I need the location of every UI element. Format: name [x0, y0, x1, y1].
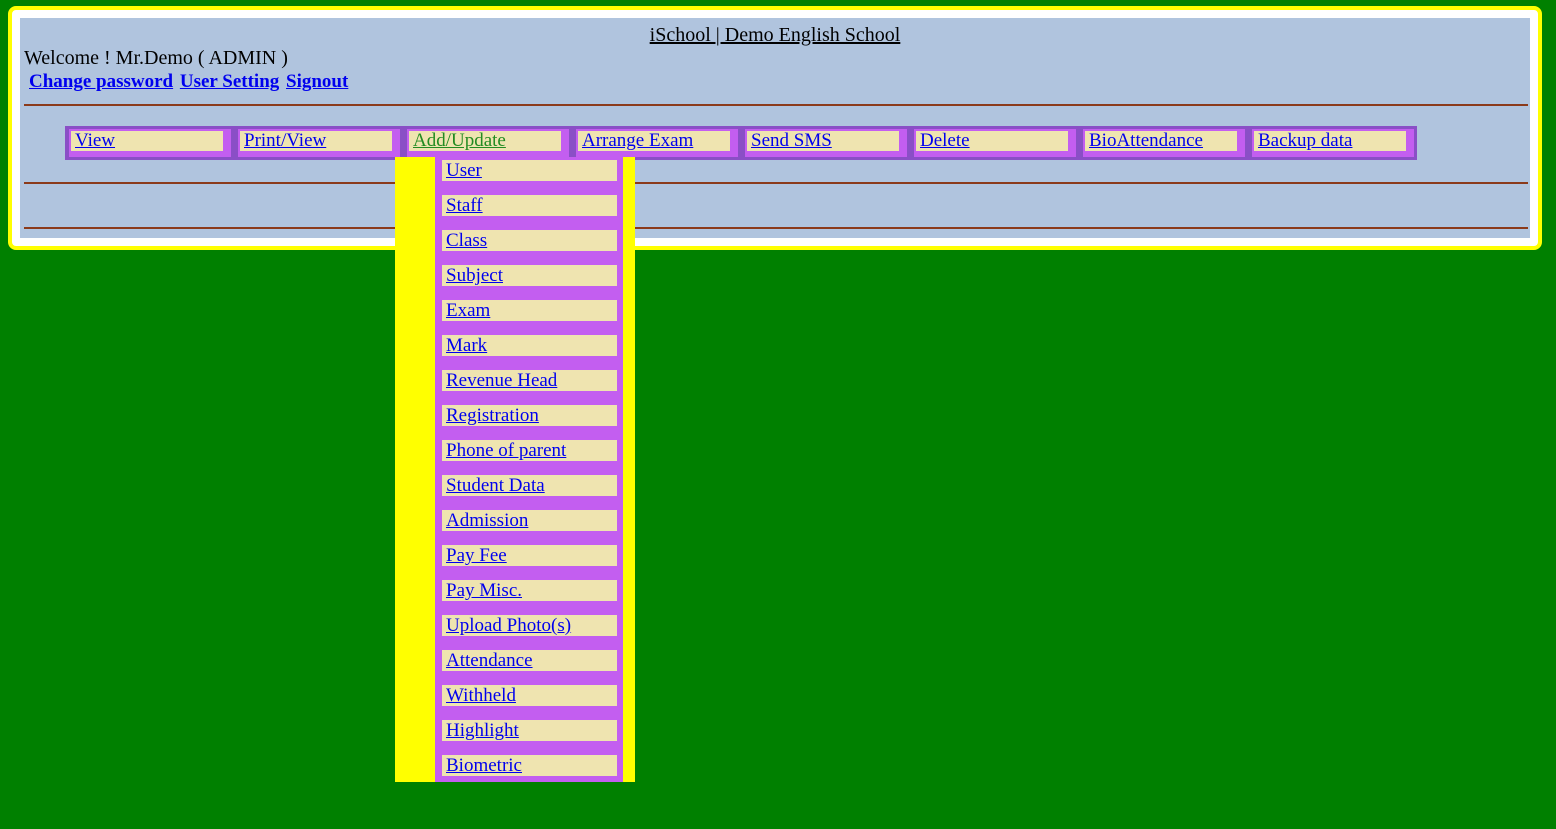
menu-item-arrange-exam[interactable]: Arrange Exam: [576, 129, 738, 157]
dropdown-item-upload-photos[interactable]: Upload Photo(s): [442, 615, 617, 636]
account-links: Change password User Setting Signout: [29, 71, 350, 93]
main-menu: View Print/View Add/Update Arrange Exam …: [65, 126, 1417, 160]
signout-link[interactable]: Signout: [286, 71, 348, 92]
divider-top: [24, 104, 1528, 106]
dropdown-item-exam[interactable]: Exam: [442, 300, 617, 321]
dropdown-item-class[interactable]: Class: [442, 230, 617, 251]
change-password-link[interactable]: Change password: [29, 71, 173, 92]
welcome-text: Welcome ! Mr.Demo ( ADMIN ): [24, 47, 288, 69]
menu-item-send-sms[interactable]: Send SMS: [745, 129, 907, 157]
dropdown-item-withheld[interactable]: Withheld: [442, 685, 617, 706]
menu-item-view[interactable]: View: [69, 129, 231, 157]
menu-item-print-view[interactable]: Print/View: [238, 129, 400, 157]
dropdown-item-revenue-head[interactable]: Revenue Head: [442, 370, 617, 391]
header-frame: iSchool | Demo English School Welcome ! …: [8, 6, 1542, 250]
header-panel: iSchool | Demo English School Welcome ! …: [20, 18, 1530, 238]
dropdown-item-mark[interactable]: Mark: [442, 335, 617, 356]
menu-item-add-update[interactable]: Add/Update: [407, 129, 569, 157]
dropdown-item-highlight[interactable]: Highlight: [442, 720, 617, 741]
dropdown-item-registration[interactable]: Registration: [442, 405, 617, 426]
dropdown-item-user[interactable]: User: [442, 160, 617, 181]
menu-item-delete[interactable]: Delete: [914, 129, 1076, 157]
dropdown-item-admission[interactable]: Admission: [442, 510, 617, 531]
dropdown-item-attendance[interactable]: Attendance: [442, 650, 617, 671]
dropdown-item-subject[interactable]: Subject: [442, 265, 617, 286]
school-title-link[interactable]: iSchool | Demo English School: [650, 24, 901, 46]
add-update-dropdown: User Staff Class Subject Exam Mark Reven…: [395, 157, 635, 782]
divider-middle: [24, 182, 1528, 184]
dropdown-column: User Staff Class Subject Exam Mark Reven…: [435, 157, 623, 782]
dropdown-item-pay-fee[interactable]: Pay Fee: [442, 545, 617, 566]
dropdown-item-phone-of-parent[interactable]: Phone of parent: [442, 440, 617, 461]
dropdown-item-biometric[interactable]: Biometric: [442, 755, 617, 776]
divider-bottom: [24, 227, 1528, 229]
dropdown-item-student-data[interactable]: Student Data: [442, 475, 617, 496]
dropdown-item-pay-misc[interactable]: Pay Misc.: [442, 580, 617, 601]
menu-item-bioattendance[interactable]: BioAttendance: [1083, 129, 1245, 157]
user-setting-link[interactable]: User Setting: [180, 71, 279, 92]
page-title: iSchool | Demo English School: [20, 24, 1530, 47]
menu-item-backup-data[interactable]: Backup data: [1252, 129, 1414, 157]
dropdown-item-staff[interactable]: Staff: [442, 195, 617, 216]
